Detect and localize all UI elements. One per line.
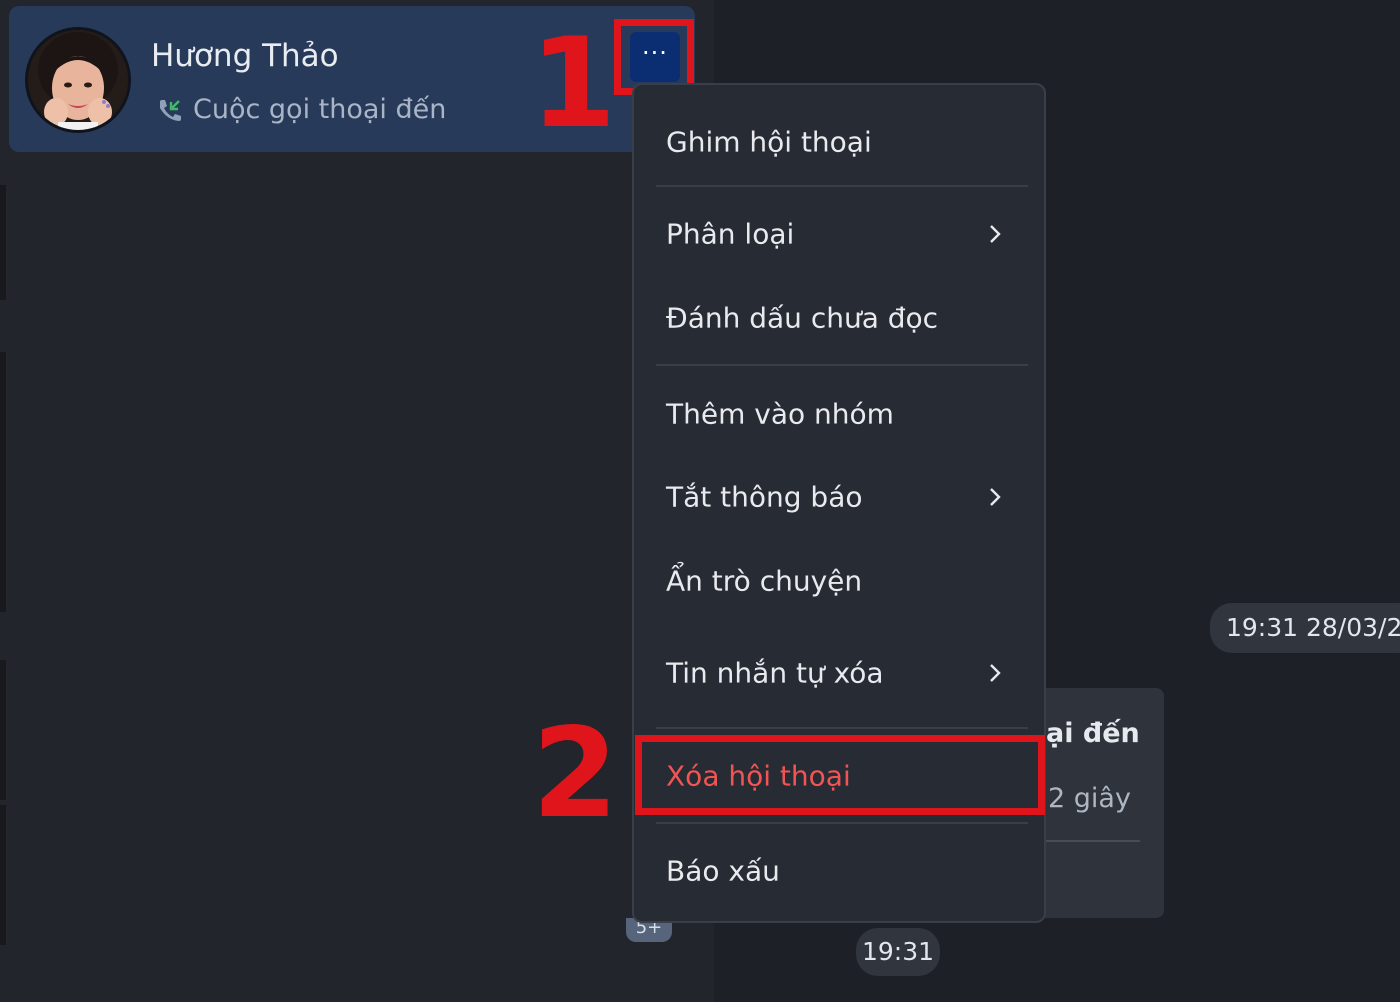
menu-item-label: Phân loại — [666, 217, 795, 251]
call-card-title: ại đến — [1046, 718, 1140, 749]
panel-edge — [0, 660, 6, 800]
menu-divider — [656, 185, 1028, 187]
menu-item-label: Ẩn trò chuyện — [666, 564, 863, 598]
menu-item-add-to-group[interactable]: Thêm vào nhóm — [634, 379, 1044, 449]
menu-divider — [656, 822, 1028, 824]
menu-item-label: Tắt thông báo — [666, 480, 863, 514]
chevron-right-icon — [990, 225, 1001, 243]
menu-item-classify[interactable]: Phân loại — [634, 199, 1044, 269]
menu-item-mute-notifications[interactable]: Tắt thông báo — [634, 462, 1044, 532]
incoming-call-icon — [155, 96, 185, 126]
menu-item-pin-conversation[interactable]: Ghim hội thoại — [634, 107, 1044, 177]
panel-edge — [0, 805, 6, 945]
menu-item-label: Ghim hội thoại — [666, 125, 872, 159]
panel-edge — [0, 185, 6, 300]
date-stamp: 19:31 28/03/20 — [1210, 603, 1400, 653]
panel-edge — [0, 352, 6, 612]
message-time: 19:31 — [856, 928, 940, 976]
menu-divider — [656, 364, 1028, 366]
call-card-duration: 2 giây — [1048, 783, 1131, 814]
menu-item-report[interactable]: Báo xấu — [634, 836, 1044, 906]
menu-item-label: Thêm vào nhóm — [666, 397, 894, 431]
menu-item-mark-unread[interactable]: Đánh dấu chưa đọc — [634, 283, 1044, 353]
chevron-right-icon — [990, 664, 1001, 682]
menu-item-label: Báo xấu — [666, 854, 780, 888]
menu-item-label: Tin nhắn tự xóa — [666, 656, 884, 690]
menu-item-hide-chat[interactable]: Ẩn trò chuyện — [634, 546, 1044, 616]
menu-divider — [656, 727, 1028, 729]
chevron-right-icon — [990, 488, 1001, 506]
last-message-preview: Cuộc gọi thoại đến — [193, 94, 447, 125]
contact-name: Hương Thảo — [151, 38, 339, 74]
menu-item-disappearing-messages[interactable]: Tin nhắn tự xóa — [634, 638, 1044, 708]
avatar — [25, 27, 131, 133]
menu-item-label: Đánh dấu chưa đọc — [666, 301, 939, 335]
step-number-1: 1 — [530, 12, 617, 156]
card-divider — [1046, 840, 1140, 842]
step-number-2: 2 — [532, 702, 619, 846]
highlight-box-delete-conversation — [635, 735, 1045, 815]
